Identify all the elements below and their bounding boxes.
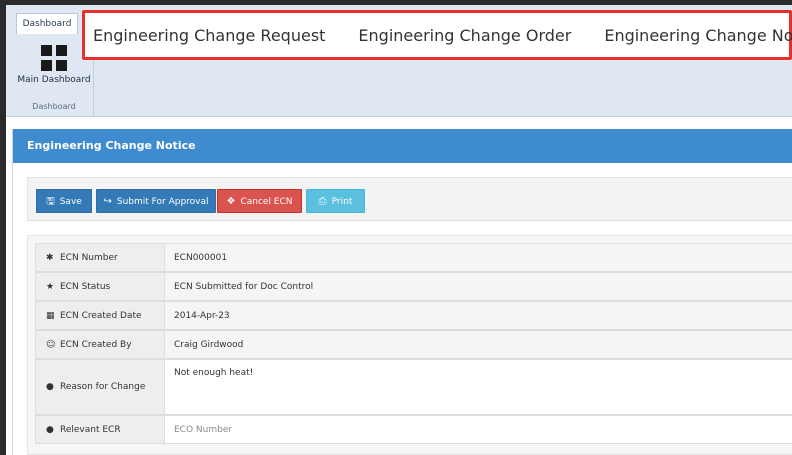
ecn-created-date-value: 2014-Apr-23 [165, 301, 792, 329]
app-window: Dashboard Main Dashboard Dashboard Engin… [6, 5, 792, 455]
form-row-reason-for-change: ● Reason for Change Not enough heat! [35, 359, 792, 415]
star-icon: ★ [46, 281, 55, 292]
ribbon-tab-dashboard[interactable]: Dashboard [16, 13, 78, 34]
bug-icon: ✱ [46, 252, 54, 263]
submit-button-label: Submit For Approval [116, 197, 209, 207]
form-row-ecn-created-date: ▦ ECN Created Date 2014-Apr-23 [35, 301, 792, 330]
panel-title: Engineering Change Notice [13, 129, 792, 163]
print-button-label: Print [331, 197, 353, 207]
form-row-relevant-ecr: ● Relevant ECR ECO Number [35, 415, 792, 444]
action-toolbar: 🖫 Save ↪ Submit For Approval ❖ Cancel ECN ⎙… [27, 177, 792, 221]
main-dashboard-button[interactable]: Main Dashboard [14, 75, 94, 85]
field-label: Relevant ECR [60, 424, 121, 435]
field-label: ECN Created By [60, 339, 132, 350]
ecn-form: ✱ ECN Number ECN000001 ★ ECN Status ECN Su… [27, 235, 792, 455]
field-label: ECN Created Date [60, 310, 142, 321]
print-button[interactable]: ⎙ Print [306, 189, 365, 213]
ecn-status-value: ECN Submitted for Doc Control [165, 272, 792, 300]
form-row-ecn-number: ✱ ECN Number ECN000001 [35, 243, 792, 272]
cancel-diamond-icon: ❖ [226, 196, 236, 207]
ribbon-group-label: Dashboard [32, 102, 76, 111]
calendar-icon: ▦ [46, 310, 55, 321]
nav-engineering-change-notice[interactable]: Engineering Change Notice [604, 26, 792, 45]
submit-for-approval-button[interactable]: ↪ Submit For Approval [96, 189, 216, 213]
top-navigation: Engineering Change Request Engineering C… [82, 10, 792, 60]
field-label: Reason for Change [60, 382, 146, 392]
user-icon: ☺ [46, 339, 56, 350]
comment-icon: ● [46, 382, 54, 392]
save-button-label: Save [59, 197, 82, 207]
field-label: ECN Status [60, 281, 111, 292]
reason-for-change-textarea[interactable]: Not enough heat! [165, 359, 792, 414]
form-row-ecn-created-by: ☺ ECN Created By Craig Girdwood [35, 330, 792, 359]
cancel-button-label: Cancel ECN [240, 197, 293, 207]
cancel-ecn-button[interactable]: ❖ Cancel ECN [217, 189, 302, 213]
ecn-panel: Engineering Change Notice 🖫 Save ↪ Submit … [12, 129, 792, 455]
nav-engineering-change-order[interactable]: Engineering Change Order [358, 26, 571, 45]
share-icon: ↪ [103, 196, 112, 207]
dashboard-grid-icon[interactable] [41, 45, 67, 71]
field-label: ECN Number [60, 252, 118, 263]
ecn-number-value: ECN000001 [165, 243, 792, 271]
printer-icon: ⎙ [318, 196, 327, 207]
relevant-ecr-input[interactable]: ECO Number [165, 415, 792, 443]
form-row-ecn-status: ★ ECN Status ECN Submitted for Doc Contro… [35, 272, 792, 301]
nav-engineering-change-request[interactable]: Engineering Change Request [93, 26, 325, 45]
save-button[interactable]: 🖫 Save [36, 189, 92, 213]
ecn-created-by-value: Craig Girdwood [165, 330, 792, 358]
comment-icon: ● [46, 424, 54, 435]
floppy-disk-icon: 🖫 [46, 196, 55, 207]
